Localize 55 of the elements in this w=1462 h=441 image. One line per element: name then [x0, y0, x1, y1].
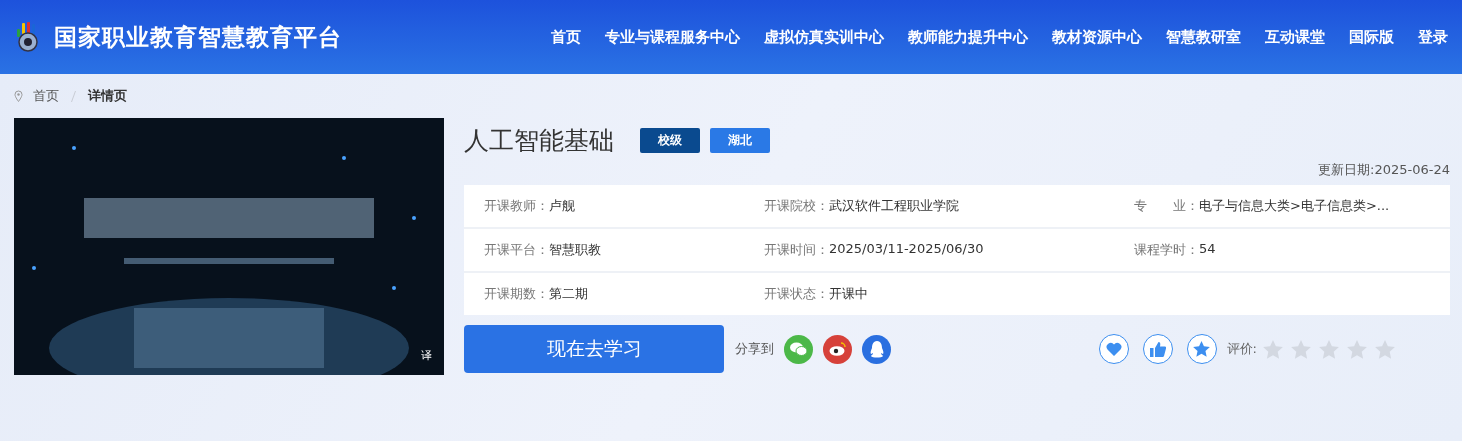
- star-icon[interactable]: [1375, 339, 1395, 359]
- share-button[interactable]: [784, 334, 813, 364]
- nav-link[interactable]: 登录: [1418, 27, 1448, 47]
- share-button[interactable]: [862, 334, 891, 364]
- nav-link[interactable]: 教材资源中心: [1052, 27, 1142, 47]
- breadcrumb-link[interactable]: 详情页: [88, 87, 127, 105]
- course-title: 人工智能基础: [464, 125, 614, 157]
- nav-link[interactable]: 虚拟仿真实训中心: [764, 27, 884, 47]
- info-label: 开课状态：: [764, 285, 829, 303]
- nav-link[interactable]: 首页: [551, 27, 581, 47]
- info-value: 武汉软件工程职业学院: [829, 197, 959, 215]
- info-value: 第二期: [549, 285, 588, 303]
- star-icon[interactable]: [1291, 339, 1311, 359]
- info-value: 54: [1199, 241, 1216, 258]
- site-title: 国家职业教育智慧教育平台: [54, 22, 342, 52]
- translate-badge[interactable]: 译: [421, 348, 432, 363]
- star-icon[interactable]: [1263, 339, 1283, 359]
- location-pin-icon: [14, 90, 23, 102]
- update-date: 更新日期:2025-06-24: [1318, 161, 1450, 179]
- info-label: 课程学时：: [1134, 241, 1199, 259]
- star-icon[interactable]: [1347, 339, 1367, 359]
- action-button[interactable]: [1142, 334, 1173, 364]
- rating-label: 评价:: [1226, 340, 1257, 358]
- info-value: 电子与信息大类>电子信息类>...: [1199, 197, 1390, 215]
- info-label: 开课平台：: [484, 241, 549, 259]
- study-button[interactable]: 现在去学习: [464, 325, 724, 373]
- star-rating[interactable]: [1263, 339, 1395, 359]
- info-label: 专 业：: [1134, 197, 1199, 215]
- penguin-icon: [869, 340, 884, 358]
- info-label: 开课期数：: [484, 285, 549, 303]
- breadcrumb-link[interactable]: 首页: [33, 87, 59, 105]
- share-label: 分享到: [735, 340, 774, 358]
- info-value: 智慧职教: [549, 241, 601, 259]
- info-label: 开课教师：: [484, 197, 549, 215]
- action-button[interactable]: [1098, 334, 1129, 364]
- info-value: 卢舰: [549, 197, 575, 215]
- course-tag: 校级: [640, 128, 700, 153]
- info-label: 开课时间：: [764, 241, 829, 259]
- chat-bubbles-icon: [790, 342, 807, 356]
- nav-link[interactable]: 专业与课程服务中心: [605, 27, 740, 47]
- nav-link[interactable]: 智慧教研室: [1166, 27, 1241, 47]
- info-value: 开课中: [829, 285, 868, 303]
- nav-link[interactable]: 国际版: [1349, 27, 1394, 47]
- eye-swirl-icon: [828, 342, 847, 356]
- info-label: 开课院校：: [764, 197, 829, 215]
- info-value: 2025/03/11-2025/06/30: [829, 241, 984, 258]
- action-button[interactable]: [1186, 334, 1217, 364]
- nav-link[interactable]: 教师能力提升中心: [908, 27, 1028, 47]
- course-tag: 湖北: [710, 128, 770, 153]
- star-icon[interactable]: [1319, 339, 1339, 359]
- share-button[interactable]: [823, 334, 852, 364]
- heart-icon: [1105, 342, 1122, 356]
- thumbs-up-icon: [1149, 341, 1166, 357]
- nav-link[interactable]: 互动课堂: [1265, 27, 1325, 47]
- star-icon: [1193, 341, 1211, 357]
